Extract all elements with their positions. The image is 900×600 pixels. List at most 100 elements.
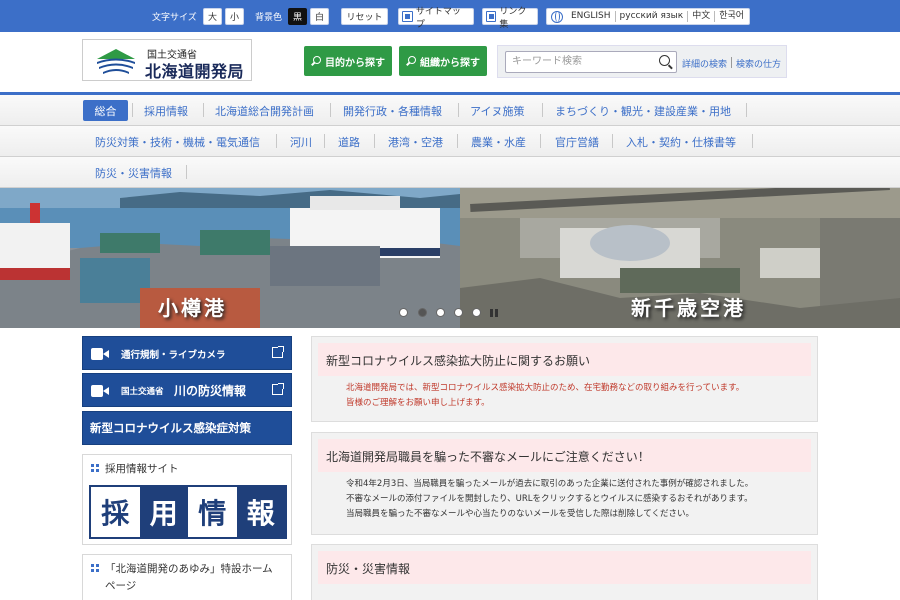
nav-item-road[interactable]: 道路 bbox=[338, 134, 360, 150]
nav-divider bbox=[612, 134, 613, 148]
phishing-notice-line: 当局職員を騙った不審なメールや心当たりのないメールを受信した際は削除してください… bbox=[346, 509, 694, 519]
sitemap-label: サイトマップ bbox=[415, 6, 461, 30]
slide-dot-2[interactable] bbox=[418, 308, 427, 317]
recruit-char: 採 bbox=[91, 487, 140, 537]
lang-chinese[interactable]: 中文 bbox=[688, 11, 716, 22]
nav-item-river[interactable]: 河川 bbox=[290, 134, 312, 150]
nav-item-bidding[interactable]: 入札・契約・仕様書等 bbox=[626, 134, 736, 150]
nav-divider bbox=[542, 103, 543, 117]
nav-divider bbox=[746, 103, 747, 117]
slide-dot-3[interactable] bbox=[436, 308, 445, 317]
nav-row-3: 防災・災害情報 bbox=[0, 157, 900, 188]
keyword-search-input[interactable]: キーワード検索 bbox=[505, 51, 677, 73]
sitemap-link[interactable]: サイトマップ bbox=[398, 7, 474, 30]
nav-row-1: 総合 採用情報 北海道総合開発計画 開発行政・各種情報 アイヌ施策 まちづくり・… bbox=[0, 95, 900, 126]
covid-notice-line: 皆様のご理解をお願い申し上げます。 bbox=[346, 398, 490, 408]
globe-icon bbox=[551, 10, 563, 23]
covid-notice-card: 新型コロナウイルス感染拡大防止に関するお願い 北海道開発局では、新型コロナウイル… bbox=[311, 336, 818, 422]
disaster-info-card: 防災・災害情報 bbox=[311, 544, 818, 600]
nav-item-administration[interactable]: 開発行政・各種情報 bbox=[343, 103, 442, 119]
video-camera-icon bbox=[91, 385, 109, 397]
search-icon bbox=[311, 56, 321, 66]
lang-russian[interactable]: русский язык bbox=[616, 11, 689, 22]
recruit-char: 用 bbox=[139, 487, 188, 537]
river-disaster-info-button[interactable]: 国土交通省 川の防災情報 bbox=[82, 373, 292, 407]
external-link-icon bbox=[272, 383, 284, 395]
hero-slideshow[interactable]: 小樽港 新千歳空港 bbox=[0, 188, 900, 328]
traffic-camera-button[interactable]: 通行規制・ライブカメラ bbox=[82, 336, 292, 370]
search-submit-icon[interactable] bbox=[659, 55, 673, 69]
site-logo[interactable]: 国土交通省 北海道開発局 bbox=[82, 39, 252, 81]
nav-item-disaster-tech[interactable]: 防災対策・技術・機械・電気通信 bbox=[95, 134, 260, 150]
sitemap-icon bbox=[402, 11, 413, 22]
lang-english[interactable]: ENGLISH bbox=[567, 11, 616, 22]
nav-item-recruit[interactable]: 採用情報 bbox=[144, 103, 188, 119]
nav-item-general[interactable]: 総合 bbox=[83, 100, 128, 121]
search-by-org-label: 組織から探す bbox=[420, 57, 480, 69]
hero-banner-image bbox=[0, 188, 900, 328]
nav-item-agriculture[interactable]: 農業・水産 bbox=[471, 134, 526, 150]
links-link[interactable]: リンク集 bbox=[482, 7, 538, 30]
covid-notice-body: 北海道開発局では、新型コロナウイルス感染拡大防止のため、在宅勤務などの取り組みを… bbox=[346, 381, 744, 411]
recruit-char: 情 bbox=[188, 487, 237, 537]
history-site-panel[interactable]: 「北海道開発のあゆみ」特設ホーム ページ bbox=[82, 554, 292, 600]
pause-icon[interactable] bbox=[489, 308, 499, 318]
phishing-notice-title: 北海道開発局職員を騙った不審なメールにご注意ください！ bbox=[318, 439, 811, 472]
river-info-label: 川の防災情報 bbox=[174, 384, 247, 398]
recruit-site-panel[interactable]: 採用情報サイト 採 用 情 報 bbox=[82, 454, 292, 545]
search-by-org-button[interactable]: 組織から探す bbox=[399, 46, 487, 76]
search-icon bbox=[406, 56, 416, 66]
advanced-search-link[interactable]: 詳細の検索 bbox=[682, 57, 727, 70]
nav-divider bbox=[132, 103, 133, 117]
nav-divider bbox=[276, 134, 277, 148]
nav-divider bbox=[203, 103, 204, 117]
slide-dot-4[interactable] bbox=[454, 308, 463, 317]
traffic-camera-label: 通行規制・ライブカメラ bbox=[121, 350, 226, 361]
search-help-link[interactable]: 検索の仕方 bbox=[736, 57, 781, 70]
search-by-purpose-button[interactable]: 目的から探す bbox=[304, 46, 392, 76]
top-utility-bar: 文字サイズ 大 小 背景色 黒 白 リセット サイトマップ リンク集 ENGLI… bbox=[0, 0, 900, 32]
text-size-small-button[interactable]: 小 bbox=[225, 8, 244, 25]
covid-notice-title: 新型コロナウイルス感染拡大防止に関するお願い bbox=[318, 343, 811, 376]
language-selector: ENGLISH русский язык 中文 한국어 bbox=[546, 8, 750, 25]
phishing-notice-line: 令和4年2月3日、当局職員を騙ったメールが過去に取引のあった企業に送付された事例… bbox=[346, 479, 754, 489]
nav-divider bbox=[457, 134, 458, 148]
banner-caption-airport: 新千歳空港 bbox=[631, 296, 746, 320]
external-link-icon bbox=[272, 346, 284, 358]
links-label: リンク集 bbox=[499, 6, 527, 30]
history-site-line2: ページ bbox=[105, 580, 137, 592]
slide-dot-5[interactable] bbox=[472, 308, 481, 317]
nav-item-development-plan[interactable]: 北海道総合開発計画 bbox=[215, 103, 314, 119]
history-site-line1: 「北海道開発のあゆみ」特設ホーム bbox=[105, 563, 273, 575]
nav-item-ainu[interactable]: アイヌ施策 bbox=[470, 103, 524, 119]
covid-measures-label: 新型コロナウイルス感染症対策 bbox=[90, 421, 251, 435]
bgcolor-label: 背景色 bbox=[255, 13, 283, 23]
bg-white-button[interactable]: 白 bbox=[310, 8, 329, 25]
river-info-prefix: 国土交通省 bbox=[121, 387, 164, 397]
nav-item-port-airport[interactable]: 港湾・空港 bbox=[388, 134, 443, 150]
text-size-label: 文字サイズ bbox=[152, 13, 197, 23]
reset-button[interactable]: リセット bbox=[341, 8, 388, 25]
disaster-info-title[interactable]: 防災・災害情報 bbox=[318, 551, 811, 584]
phishing-notice-line: 不審なメールの添付ファイルを開封したり、URLをクリックするとウイルスに感染する… bbox=[346, 494, 753, 504]
text-size-large-button[interactable]: 大 bbox=[203, 8, 222, 25]
external-link-icon bbox=[486, 11, 497, 22]
nav-item-town-planning[interactable]: まちづくり・観光・建設産業・用地 bbox=[555, 103, 731, 119]
slide-dot-1[interactable] bbox=[399, 308, 408, 317]
covid-notice-line: 北海道開発局では、新型コロナウイルス感染拡大防止のため、在宅勤務などの取り組みを… bbox=[346, 383, 745, 393]
nav-divider bbox=[186, 165, 187, 179]
nav-item-building[interactable]: 官庁営繕 bbox=[555, 134, 599, 150]
grid-bullet-icon bbox=[91, 464, 99, 472]
nav-item-disaster-info[interactable]: 防災・災害情報 bbox=[95, 165, 172, 181]
phishing-notice-body: 令和4年2月3日、当局職員を騙ったメールが過去に取引のあった企業に送付された事例… bbox=[346, 477, 753, 522]
nav-divider bbox=[752, 134, 753, 148]
bg-black-button[interactable]: 黒 bbox=[288, 8, 307, 25]
lang-korean[interactable]: 한국어 bbox=[715, 11, 748, 22]
recruit-char: 報 bbox=[236, 487, 285, 537]
covid-measures-button[interactable]: 新型コロナウイルス感染症対策 bbox=[82, 411, 292, 445]
search-by-purpose-label: 目的から探す bbox=[325, 57, 385, 69]
ministry-logo-icon bbox=[97, 49, 135, 74]
video-camera-icon bbox=[91, 348, 109, 360]
recruit-banner[interactable]: 採 用 情 報 bbox=[89, 485, 287, 539]
nav-divider bbox=[324, 134, 325, 148]
